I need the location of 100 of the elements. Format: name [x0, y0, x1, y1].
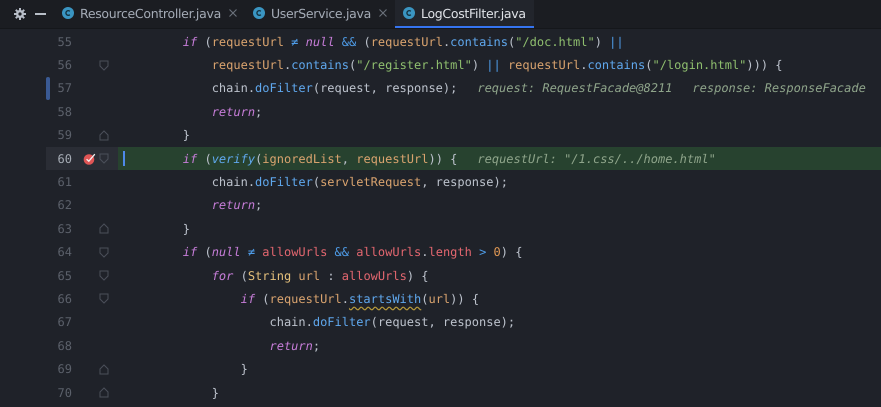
line-number: 64: [56, 245, 72, 260]
code-token: doFilter: [255, 175, 313, 190]
line-number: 69: [56, 362, 72, 376]
code-token: ignoredList: [262, 152, 342, 166]
inline-debug-value: response: ResponseFacade: [692, 81, 866, 96]
code-token: , response);: [421, 175, 508, 190]
breakpoint-icon[interactable]: [83, 152, 96, 165]
code-token: allowUrls: [356, 245, 422, 260]
inline-debug-value: requestUrl: "/1.css/../home.html": [477, 152, 716, 166]
code-token: requestUrl: [212, 34, 284, 49]
settings-icon[interactable]: [14, 8, 26, 20]
code-token: (: [421, 292, 428, 306]
code-token: if: [182, 152, 198, 166]
line-number: 65: [56, 268, 72, 283]
code-token: &&: [334, 245, 350, 260]
class-icon: [62, 7, 74, 19]
code-token: >: [478, 245, 488, 260]
code-token: ;: [312, 338, 320, 353]
code-token: }: [210, 386, 219, 400]
line-number: 63: [56, 222, 72, 236]
line-number: 59: [56, 128, 72, 142]
code-token: ))) {: [746, 58, 783, 72]
close-icon[interactable]: [228, 9, 237, 17]
code-token: .: [580, 58, 588, 72]
code-token: }: [182, 222, 190, 236]
class-icon: [252, 7, 265, 19]
code-token: requestUrl: [506, 58, 580, 72]
code-token: chain.: [210, 175, 256, 190]
code-token: (: [203, 152, 212, 166]
fold-icon[interactable]: [99, 223, 109, 234]
code-token: return: [210, 104, 256, 119]
line-number: 66: [56, 292, 72, 306]
fold-icon[interactable]: [99, 60, 109, 71]
code-token: ): [472, 58, 480, 72]
line-number: 55: [56, 34, 72, 49]
code-token: (: [203, 245, 212, 260]
code-token: .: [442, 34, 450, 49]
code-token: if: [182, 34, 198, 49]
code-token: "/register.html": [356, 58, 472, 72]
code-token: (: [240, 268, 248, 283]
code-token: ≠: [290, 34, 300, 49]
code-token: "/login.html": [652, 58, 746, 72]
fold-icon[interactable]: [99, 364, 109, 375]
fold-icon[interactable]: [99, 293, 109, 304]
code-token: for: [210, 268, 234, 283]
code-token: contains: [450, 34, 508, 49]
line-number: 70: [56, 386, 72, 400]
fold-icon[interactable]: [99, 130, 109, 141]
code-token: return: [210, 198, 256, 212]
code-token: ,: [342, 152, 350, 166]
code-token: (request, response);: [370, 315, 516, 330]
code-token: verify: [212, 152, 256, 166]
code-token: url: [428, 292, 450, 306]
code-token: chain.: [268, 315, 313, 330]
code-token: }: [182, 128, 190, 142]
code-token: (request, response);: [312, 81, 458, 96]
code-token: if: [182, 245, 198, 260]
code-token: null: [306, 34, 335, 49]
code-token: doFilter: [312, 315, 371, 330]
code-token: requestUrl: [370, 34, 443, 49]
code-token: ;: [255, 104, 262, 119]
line-number: 58: [56, 104, 72, 119]
close-icon[interactable]: [379, 9, 387, 17]
code-token: startsWith: [348, 292, 422, 306]
code-token: ) {: [406, 268, 428, 283]
line-number: 56: [56, 58, 72, 72]
code-token: servletRequest: [320, 175, 422, 190]
fold-icon[interactable]: [99, 387, 109, 398]
line-number: 57: [56, 81, 72, 96]
code-token: )) {: [450, 292, 480, 306]
class-icon: [403, 7, 415, 19]
code-token: allowUrls: [262, 245, 328, 260]
code-token: chain.: [210, 81, 256, 96]
fold-icon[interactable]: [99, 246, 109, 258]
fold-icon[interactable]: [99, 153, 109, 164]
code-token: ≠: [246, 245, 256, 260]
code-token: .: [284, 58, 292, 72]
file-tab[interactable]: ResourceController.java: [54, 0, 245, 28]
code-token: ;: [255, 198, 262, 212]
code-token: url: [297, 268, 320, 283]
code-token: requestUrl: [356, 152, 428, 166]
line-number: 61: [56, 175, 72, 190]
code-token: length: [428, 245, 472, 260]
code-token: (: [508, 34, 516, 49]
file-tab[interactable]: UserService.java: [244, 0, 395, 28]
code-token: ): [594, 34, 603, 49]
code-token: .: [421, 245, 428, 260]
code-token: }: [240, 362, 248, 376]
code-token: .: [342, 292, 349, 306]
inline-debug-value: request: RequestFacade@8211: [477, 81, 672, 96]
file-tab[interactable]: LogCostFilter.java: [395, 0, 534, 28]
code-token: null: [212, 245, 241, 260]
fold-icon[interactable]: [99, 270, 109, 282]
code-token: ) {: [500, 245, 522, 260]
code-token: "/doc.html": [515, 34, 595, 49]
code-token: (: [255, 152, 262, 166]
line-number: 62: [56, 198, 72, 212]
code-token: (: [203, 34, 212, 49]
code-token: requestUrl: [270, 292, 342, 306]
code-token: return: [268, 338, 313, 353]
